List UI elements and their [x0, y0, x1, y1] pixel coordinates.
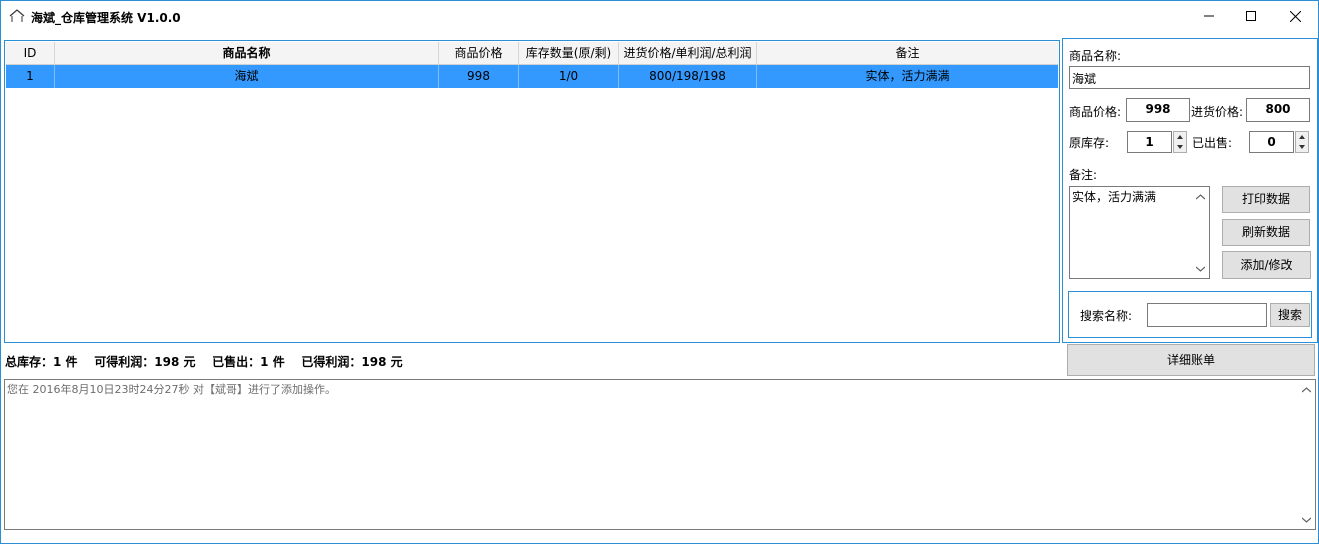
column-header-price[interactable]: 商品价格: [439, 42, 519, 64]
title-bar[interactable]: 海斌_仓库管理系统 V1.0.0: [1, 1, 1318, 31]
scroll-up-arrow-icon: [1302, 386, 1311, 392]
spin-up-arrow-icon: [1177, 135, 1183, 139]
spin-down-arrow-icon: [1299, 145, 1305, 149]
sold-label: 已出售:: [1192, 136, 1233, 150]
log-scroll-up-button[interactable]: [1301, 384, 1312, 395]
cell-stock[interactable]: 1/0: [519, 65, 619, 88]
print-data-button[interactable]: 打印数据: [1222, 186, 1310, 213]
cell-note[interactable]: 实体，活力满满: [757, 65, 1058, 88]
sold-stepper[interactable]: 0: [1249, 131, 1294, 153]
scroll-down-arrow-icon: [1302, 517, 1311, 523]
cell-price[interactable]: 998: [439, 65, 519, 88]
minimize-button[interactable]: [1186, 1, 1232, 31]
note-scrollbar[interactable]: [1192, 187, 1209, 278]
log-scroll-down-button[interactable]: [1301, 514, 1312, 525]
sold-decrement-button[interactable]: [1296, 142, 1308, 152]
add-modify-button[interactable]: 添加/修改: [1222, 251, 1311, 279]
refresh-data-button[interactable]: 刷新数据: [1222, 219, 1310, 246]
operation-log[interactable]: 您在 2016年8月10日23时24分27秒 对【斌哥】进行了添加操作。: [4, 379, 1316, 530]
window-title: 海斌_仓库管理系统 V1.0.0: [31, 11, 181, 25]
cost-label: 进货价格:: [1191, 105, 1244, 119]
sold-spin-buttons: [1295, 131, 1309, 153]
stock-label: 原库存:: [1069, 136, 1110, 150]
spin-down-arrow-icon: [1177, 145, 1183, 149]
note-textarea[interactable]: 实体，活力满满: [1069, 186, 1210, 279]
stock-decrement-button[interactable]: [1174, 142, 1186, 152]
summary-status: 总库存：1 件 可得利润：198 元 已售出：1 件 已得利润：198 元: [5, 355, 403, 369]
scroll-down-arrow-icon: [1196, 266, 1205, 272]
sold-increment-button[interactable]: [1296, 132, 1308, 142]
column-header-note[interactable]: 备注: [757, 42, 1058, 64]
minimize-icon: [1204, 15, 1214, 17]
name-label: 商品名称:: [1069, 49, 1122, 63]
search-group: 搜索名称: 搜索: [1068, 291, 1312, 338]
cell-cost-profit[interactable]: 800/198/198: [619, 65, 757, 88]
edit-panel: 商品名称: 海斌 商品价格: 998 进货价格: 800 原库存: 1 已出售:…: [1062, 38, 1318, 343]
note-text: 实体，活力满满: [1072, 190, 1157, 204]
cost-input[interactable]: 800: [1246, 98, 1310, 122]
maximize-icon: [1246, 11, 1256, 21]
product-table[interactable]: ID 商品名称 商品价格 库存数量(原/剩) 进货价格/单利润/总利润 备注 1…: [4, 40, 1060, 343]
note-scroll-down-button[interactable]: [1195, 263, 1206, 274]
log-scrollbar[interactable]: [1298, 380, 1315, 529]
stock-stepper[interactable]: 1: [1127, 131, 1172, 153]
note-scroll-up-button[interactable]: [1195, 191, 1206, 202]
cell-name[interactable]: 海斌: [55, 65, 439, 88]
column-header-name[interactable]: 商品名称: [55, 42, 439, 64]
house-roof-icon: [9, 9, 25, 22]
table-header: ID 商品名称 商品价格 库存数量(原/剩) 进货价格/单利润/总利润 备注: [6, 42, 1058, 65]
column-header-id[interactable]: ID: [6, 42, 55, 64]
price-label: 商品价格:: [1069, 105, 1122, 119]
cell-id[interactable]: 1: [6, 65, 55, 88]
table-row[interactable]: 1 海斌 998 1/0 800/198/198 实体，活力满满: [6, 65, 1058, 88]
scroll-up-arrow-icon: [1196, 193, 1205, 199]
close-icon: [1289, 10, 1301, 22]
close-button[interactable]: [1272, 1, 1318, 31]
search-label: 搜索名称:: [1080, 309, 1133, 323]
name-input[interactable]: 海斌: [1069, 66, 1310, 89]
price-input[interactable]: 998: [1126, 98, 1190, 122]
log-entry: 您在 2016年8月10日23时24分27秒 对【斌哥】进行了添加操作。: [7, 383, 336, 396]
note-label: 备注:: [1069, 168, 1098, 182]
detail-bill-button[interactable]: 详细账单: [1067, 344, 1315, 376]
column-header-stock[interactable]: 库存数量(原/剩): [519, 42, 619, 64]
search-button[interactable]: 搜索: [1270, 303, 1310, 327]
stock-spin-buttons: [1173, 131, 1187, 153]
search-input[interactable]: [1147, 303, 1267, 327]
column-header-cost-profit[interactable]: 进货价格/单利润/总利润: [619, 42, 757, 64]
spin-up-arrow-icon: [1299, 135, 1305, 139]
maximize-button[interactable]: [1228, 1, 1274, 31]
stock-increment-button[interactable]: [1174, 132, 1186, 142]
application-window: 海斌_仓库管理系统 V1.0.0 ID 商品名称 商品价格 库存数量(原/剩) …: [0, 0, 1319, 544]
